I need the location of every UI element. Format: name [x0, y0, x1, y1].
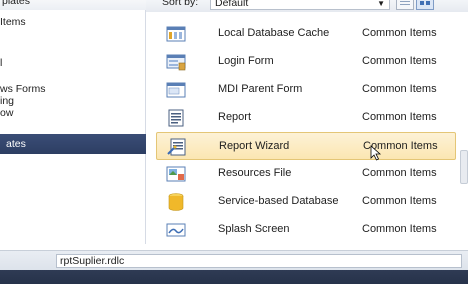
- service-based-database-icon: [168, 193, 184, 211]
- mdi-parent-form-icon: [166, 82, 186, 98]
- template-name: Login Form: [218, 55, 274, 67]
- sort-dropdown-value: Default: [215, 0, 249, 9]
- dialog-bottom-strip: [0, 270, 468, 284]
- template-category: Common Items: [362, 111, 437, 123]
- resources-file-icon: [166, 166, 186, 182]
- tree-item-common-items[interactable]: Items: [0, 16, 146, 29]
- tree-item-partial-3[interactable]: ow: [0, 107, 146, 120]
- tree-item-templates-partial[interactable]: plates: [2, 0, 30, 7]
- report-icon: [168, 109, 184, 127]
- splash-screen-icon: [166, 223, 186, 237]
- template-name: Report Wizard: [219, 140, 290, 152]
- template-category: Common Items: [362, 167, 437, 179]
- template-name: Report: [218, 111, 252, 123]
- template-row[interactable]: Resources File Common Items: [156, 160, 456, 188]
- template-category-tree: plates Items l ws Forms ing ow ates: [0, 0, 146, 244]
- name-row: rptSuplier.rdlc: [0, 250, 468, 270]
- template-row[interactable]: MDI Parent Form Common Items: [156, 76, 456, 104]
- name-input[interactable]: rptSuplier.rdlc: [56, 254, 462, 268]
- chevron-down-icon: ▼: [377, 0, 385, 8]
- template-category: Common Items: [362, 27, 437, 39]
- template-category: Common Items: [362, 223, 437, 235]
- template-name: Splash Screen: [218, 223, 290, 235]
- template-category: Common Items: [362, 195, 437, 207]
- tree-item-partial-1[interactable]: l: [0, 57, 146, 70]
- template-category: Common Items: [362, 83, 437, 95]
- details-view-button[interactable]: [416, 0, 434, 10]
- template-row-selected[interactable]: Report Wizard Common Items: [156, 132, 456, 160]
- template-row[interactable]: Splash Screen Common Items: [156, 216, 456, 244]
- sort-label: Sort by:: [162, 0, 199, 8]
- template-name: Service-based Database: [218, 195, 339, 207]
- template-row[interactable]: Service-based Database Common Items: [156, 188, 456, 216]
- report-wizard-icon: [167, 138, 186, 156]
- login-form-icon: [166, 54, 186, 71]
- list-view-icon: [400, 1, 410, 5]
- details-view-icon: [420, 1, 430, 5]
- sort-toolbar: Sort by: Default ▼: [146, 0, 468, 12]
- mouse-pointer-icon: [370, 145, 382, 161]
- template-list: Local Database Cache Common Items Login …: [150, 18, 456, 244]
- template-name: MDI Parent Form: [218, 83, 303, 95]
- tree-top-row: plates: [0, 0, 146, 10]
- template-name: Resources File: [218, 167, 292, 179]
- template-category: Common Items: [362, 55, 437, 67]
- template-row[interactable]: Login Form Common Items: [156, 48, 456, 76]
- template-row[interactable]: Report Common Items: [156, 104, 456, 132]
- scrollbar-thumb[interactable]: [460, 150, 468, 184]
- template-row[interactable]: Local Database Cache Common Items: [156, 20, 456, 48]
- tree-item-selected[interactable]: ates: [0, 134, 146, 154]
- sort-dropdown[interactable]: Default ▼: [210, 0, 390, 10]
- local-database-cache-icon: [166, 26, 186, 42]
- template-name: Local Database Cache: [218, 27, 330, 39]
- list-view-button[interactable]: [396, 0, 414, 10]
